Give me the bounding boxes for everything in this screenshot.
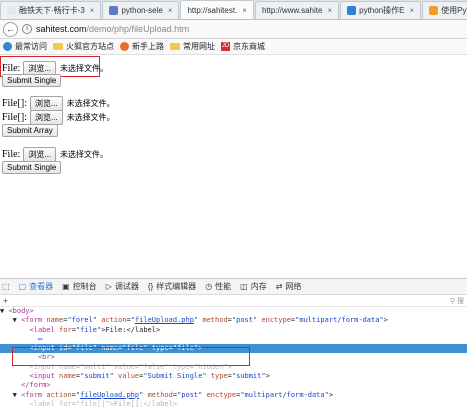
bookmarks-bar: 最常访问 火狐官方站点 新手上路 常用网址 JD 京东商城 xyxy=(0,39,467,55)
gear-icon xyxy=(3,42,12,51)
no-file-text: 未选择文件。 xyxy=(66,113,115,122)
close-icon[interactable]: × xyxy=(90,6,95,15)
browser-tab[interactable]: python操作E × xyxy=(340,1,422,19)
browse-button[interactable]: 浏览... xyxy=(23,147,57,162)
style-editor-icon: {} xyxy=(147,282,154,291)
back-arrow-icon[interactable]: ← xyxy=(3,21,18,37)
file-array-row-2: File[]: 浏览... 未选择文件。 xyxy=(2,110,115,125)
memory-icon: ◫ xyxy=(240,282,248,291)
folder-icon xyxy=(170,43,180,50)
page-content: File: 浏览... 未选择文件。 Submit Single File[]:… xyxy=(0,55,467,278)
performance-icon: ◷ xyxy=(205,282,213,291)
info-icon[interactable]: i xyxy=(22,24,32,34)
favicon-icon xyxy=(109,6,119,15)
favicon-icon xyxy=(429,6,439,15)
tab-label: 融铁天下·畅行卡-3 xyxy=(19,6,85,15)
code-line[interactable]: ▼ <form name="forel" action="fileUpload.… xyxy=(0,316,467,325)
browser-tab[interactable]: http://sahitest. × xyxy=(180,0,254,19)
tab-memory[interactable]: ◫ 内存 xyxy=(240,281,267,292)
bookmark-jd[interactable]: JD 京东商城 xyxy=(221,41,265,52)
debugger-icon: ▷ xyxy=(105,282,112,291)
url-path: /demo/php/fileUpload.htm xyxy=(86,24,190,34)
tab-console[interactable]: ▣ 控制台 xyxy=(62,281,97,292)
tab-inspector[interactable]: ▢ 查看器 xyxy=(19,281,54,292)
file-label: File: xyxy=(2,63,21,74)
url-host: sahitest.com xyxy=(36,24,87,34)
folder-icon xyxy=(53,43,63,50)
submit-single-button[interactable]: Submit Single xyxy=(2,74,62,87)
code-line[interactable]: <input name="submit" value="Submit Singl… xyxy=(0,372,467,381)
address-bar[interactable]: sahitest.com/demo/php/fileUpload.htm xyxy=(36,24,189,34)
tab-label: http://www.sahite xyxy=(261,6,323,15)
file-array-label: File[]: xyxy=(2,112,27,123)
file-label: File: xyxy=(2,149,21,160)
file-array-row-1: File[]: 浏览... 未选择文件。 xyxy=(2,96,115,111)
no-file-text: 未选择文件。 xyxy=(60,150,109,159)
favicon-icon xyxy=(347,6,357,15)
no-file-text: 未选择文件。 xyxy=(66,99,115,108)
code-line[interactable]: ▼ <form action="fileUpload.php" method="… xyxy=(0,391,467,400)
browser-tab[interactable]: http://www.sahite × xyxy=(254,1,340,19)
search-input[interactable]: ⚲ 搜 xyxy=(450,296,464,306)
tab-label: 使用Python xyxy=(441,6,467,15)
bookmark-most-visited[interactable]: 最常访问 xyxy=(3,41,47,52)
tab-strip: 融铁天下·畅行卡-3 × python-sele × http://sahitest. ×… xyxy=(0,0,467,20)
tab-performance[interactable]: ◷ 性能 xyxy=(205,281,231,292)
code-line[interactable]: ▼ <body> xyxy=(0,307,467,316)
browser-tab[interactable]: 使用Python× xyxy=(422,1,467,19)
code-line[interactable]: <label for="file[]">File[]:</label> xyxy=(0,400,467,409)
highlight-annotation xyxy=(12,347,250,366)
code-line[interactable]: </form> xyxy=(0,381,467,390)
navigation-bar: ← i sahitest.com/demo/php/fileUpload.htm xyxy=(0,20,467,39)
submit-array-button[interactable]: Submit Array xyxy=(2,124,58,137)
tab-debugger[interactable]: ▷ 调试器 xyxy=(106,281,139,292)
pick-element-icon[interactable]: ⬚ xyxy=(2,282,10,291)
network-icon: ⇄ xyxy=(275,282,283,291)
browser-tab[interactable]: 融铁天下·畅行卡-3 × xyxy=(0,1,102,19)
add-node-button[interactable]: + xyxy=(3,296,8,306)
inspector-icon: ▢ xyxy=(18,282,27,291)
devtools-search-row: + ⚲ 搜 xyxy=(0,295,467,307)
tab-style-editor[interactable]: {} 样式编辑器 xyxy=(148,281,196,292)
no-file-text: 未选择文件。 xyxy=(60,64,109,73)
jd-icon: JD xyxy=(221,42,230,51)
file-array-label: File[]: xyxy=(2,98,27,109)
browse-button[interactable]: 浏览... xyxy=(30,96,63,111)
firefox-icon xyxy=(120,42,129,51)
bookmark-getting-started[interactable]: 新手上路 xyxy=(120,41,164,52)
bookmark-common-sites[interactable]: 常用网址 xyxy=(170,41,215,52)
code-line[interactable]: ▭ xyxy=(0,335,467,344)
tab-label: python操作E xyxy=(359,6,405,15)
code-line[interactable]: <label for="file">File:</label> xyxy=(0,326,467,335)
bookmark-firefox-site[interactable]: 火狐官方站点 xyxy=(53,41,114,52)
close-icon[interactable]: × xyxy=(242,6,247,15)
console-icon: ▣ xyxy=(62,282,70,291)
browse-button[interactable]: 浏览... xyxy=(30,110,63,125)
submit-single-button[interactable]: Submit Single xyxy=(2,161,62,174)
devtools-panel: ⬚ ▢ 查看器 ▣ 控制台 ▷ 调试器 {} 样式编辑器 ◷ 性能 ◫ 内存 ⇄ 网络 + ⚲… xyxy=(0,278,467,414)
devtools-toolbar: ⬚ ▢ 查看器 ▣ 控制台 ▷ 调试器 {} 样式编辑器 ◷ 性能 ◫ 内存 ⇄ 网络 xyxy=(0,279,467,295)
tab-network[interactable]: ⇄ 网络 xyxy=(276,281,302,292)
close-icon[interactable]: × xyxy=(409,6,414,15)
close-icon[interactable]: × xyxy=(168,6,173,15)
close-icon[interactable]: × xyxy=(327,6,332,15)
tab-label: python-sele xyxy=(121,6,163,15)
tab-label: http://sahitest. xyxy=(187,5,238,15)
browser-tab[interactable]: python-sele × xyxy=(102,1,180,19)
favicon-icon xyxy=(7,6,16,15)
file-row-3: File: 浏览... 未选择文件。 xyxy=(2,147,108,162)
